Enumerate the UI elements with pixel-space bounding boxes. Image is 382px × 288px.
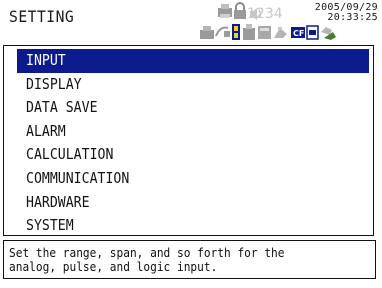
- setting-menu-panel: INPUT DISPLAY DATA SAVE ALARM CALCULATIO…: [3, 45, 374, 236]
- disk-icon: [243, 24, 255, 40]
- menu-item-display[interactable]: DISPLAY: [17, 73, 369, 97]
- lock-icon: [234, 2, 246, 19]
- document-icon: [306, 25, 319, 40]
- help-line-1: Set the range, span, and so forth for th…: [9, 246, 285, 260]
- menu-item-system[interactable]: SYSTEM: [17, 214, 369, 238]
- hand-icon: [274, 27, 287, 38]
- menu-item-hardware[interactable]: HARDWARE: [17, 191, 369, 215]
- memory-icon: [232, 24, 240, 40]
- menu-item-communication[interactable]: COMMUNICATION: [17, 167, 369, 191]
- setting-menu: INPUT DISPLAY DATA SAVE ALARM CALCULATIO…: [17, 49, 369, 238]
- document-icon: [258, 26, 271, 39]
- hand-icon: [321, 27, 336, 40]
- printer-icon: [218, 4, 232, 18]
- svg-text:CF: CF: [293, 29, 304, 38]
- menu-item-input[interactable]: INPUT: [17, 49, 369, 73]
- page-title: SETTING: [9, 7, 75, 26]
- counter-display: 1234: [247, 6, 283, 22]
- help-line-2: analog, pulse, and logic input.: [9, 260, 218, 274]
- datetime-display: 2005/09/29 20:33:25: [315, 3, 378, 23]
- menu-item-calculation[interactable]: CALCULATION: [17, 143, 369, 167]
- menu-item-alarm[interactable]: ALARM: [17, 120, 369, 144]
- network-icon: [200, 26, 214, 39]
- cf-card-icon: CF: [291, 27, 305, 38]
- battery-icon: [215, 26, 230, 37]
- time-text: 20:33:25: [327, 12, 378, 23]
- help-text-box: Set the range, span, and so forth for th…: [3, 240, 376, 279]
- menu-item-data-save[interactable]: DATA SAVE: [17, 96, 369, 120]
